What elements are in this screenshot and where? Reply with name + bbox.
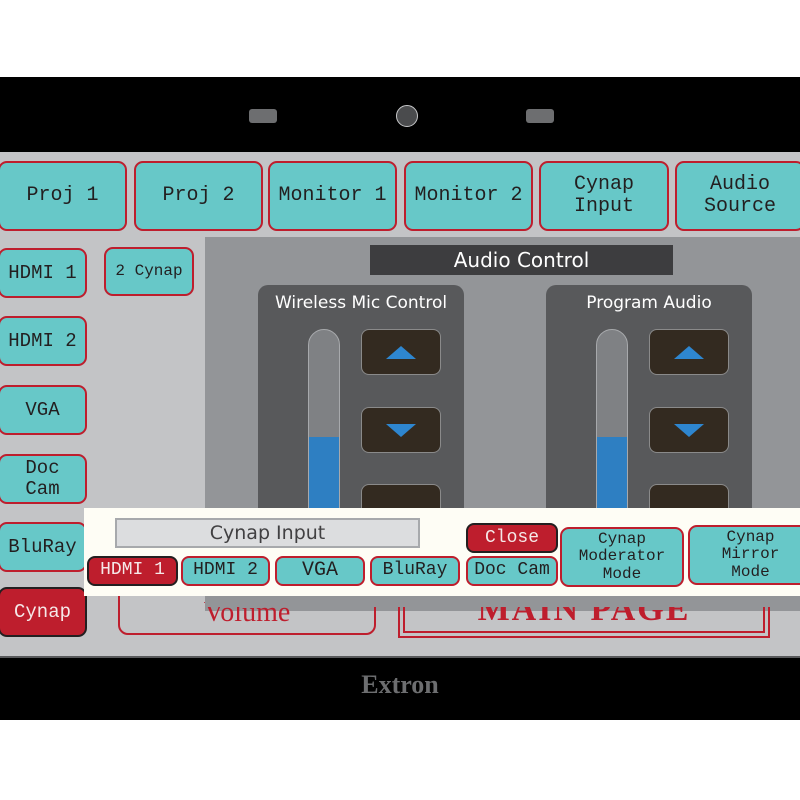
nav-audio-source-button[interactable]: Audio Source — [675, 161, 800, 231]
popup-close-button[interactable]: Close — [466, 523, 558, 553]
wireless-mic-volume-up-button[interactable] — [361, 329, 441, 375]
camera-icon — [396, 105, 418, 127]
cynap-input-hdmi-2-button[interactable]: HDMI 2 — [181, 556, 270, 586]
wireless-mic-title: Wireless Mic Control — [274, 293, 448, 313]
cynap-mirror-mode-button[interactable]: Cynap Mirror Mode — [688, 525, 800, 585]
nav-proj-1-button[interactable]: Proj 1 — [0, 161, 127, 231]
program-audio-title: Program Audio — [586, 293, 712, 313]
cynap-input-popup: Cynap Input Close HDMI 1 HDMI 2 VGA BluR… — [84, 508, 800, 596]
cynap-input-doc-cam-button[interactable]: Doc Cam — [466, 556, 558, 586]
nav-monitor-2-button[interactable]: Monitor 2 — [404, 161, 533, 231]
wireless-mic-group: Wireless Mic Control Mute — [258, 285, 464, 569]
source-2-cynap-button[interactable]: 2 Cynap — [104, 247, 194, 296]
nav-proj-2-button[interactable]: Proj 2 — [134, 161, 263, 231]
source-hdmi-1-button[interactable]: HDMI 1 — [0, 248, 87, 298]
nav-monitor-1-button[interactable]: Monitor 1 — [268, 161, 397, 231]
source-cynap-button[interactable]: Cynap — [0, 587, 87, 637]
cynap-input-hdmi-1-button[interactable]: HDMI 1 — [87, 556, 178, 586]
touch-screen: Proj 1 Proj 2 Monitor 1 Monitor 2 Cynap … — [0, 152, 800, 656]
arrow-up-icon — [674, 345, 704, 359]
sensor-left-icon — [249, 109, 277, 123]
program-audio-volume-down-button[interactable] — [649, 407, 729, 453]
sensor-right-icon — [526, 109, 554, 123]
arrow-down-icon — [674, 423, 704, 437]
source-vga-button[interactable]: VGA — [0, 385, 87, 435]
arrow-down-icon — [386, 423, 416, 437]
wireless-mic-volume-down-button[interactable] — [361, 407, 441, 453]
popup-title: Cynap Input — [115, 518, 420, 548]
cynap-moderator-mode-button[interactable]: Cynap Moderator Mode — [560, 527, 684, 587]
arrow-up-icon — [386, 345, 416, 359]
program-audio-volume-up-button[interactable] — [649, 329, 729, 375]
source-hdmi-2-button[interactable]: HDMI 2 — [0, 316, 87, 366]
cynap-input-vga-button[interactable]: VGA — [275, 556, 365, 586]
audio-control-title: Audio Control — [370, 245, 673, 275]
program-audio-group: Program Audio Mute — [546, 285, 752, 569]
source-doc-cam-button[interactable]: Doc Cam — [0, 454, 87, 504]
nav-cynap-input-button[interactable]: Cynap Input — [539, 161, 669, 231]
brand-logo: Extron — [361, 670, 439, 699]
source-bluray-button[interactable]: BluRay — [0, 522, 87, 572]
cynap-input-bluray-button[interactable]: BluRay — [370, 556, 460, 586]
